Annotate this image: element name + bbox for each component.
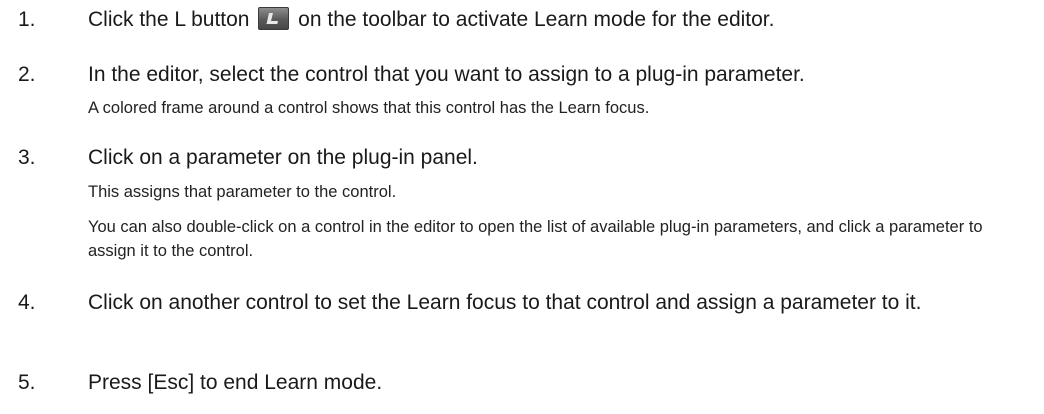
- step-text: Click on another control to set the Lear…: [88, 291, 922, 314]
- step-text: In the editor, select the control that y…: [88, 63, 805, 86]
- step-number: 1.: [18, 8, 36, 31]
- step-5: 5. Press [Esc] to end Learn mode.: [0, 368, 1044, 398]
- step-text: Press [Esc] to end Learn mode.: [88, 371, 383, 394]
- step-number: 4.: [18, 291, 36, 314]
- step-3: 3. Click on a parameter on the plug-in p…: [0, 143, 1044, 283]
- step-note: You can also double-click on a control i…: [88, 218, 983, 260]
- step-text: Click the L button on the toolbar to act…: [88, 5, 1028, 35]
- step-number: 3.: [18, 146, 36, 169]
- step-text-after: on the toolbar to activate Learn mode fo…: [298, 8, 775, 31]
- step-note: This assigns that parameter to the contr…: [88, 183, 397, 201]
- step-4: 4. Click on another control to set the L…: [0, 288, 1044, 348]
- step-2: 2. In the editor, select the control tha…: [0, 60, 1044, 130]
- step-number: 5.: [18, 371, 36, 394]
- step-text: Click on a parameter on the plug-in pane…: [88, 146, 478, 169]
- step-text-before: Click the L button: [88, 8, 250, 31]
- step-1: 1. Click the L button on the toolbar to …: [0, 5, 1044, 35]
- learn-L-icon: [258, 7, 290, 30]
- step-number: 2.: [18, 63, 36, 86]
- instruction-list: 1. Click the L button on the toolbar to …: [0, 0, 1044, 414]
- step-note: A colored frame around a control shows t…: [88, 99, 650, 117]
